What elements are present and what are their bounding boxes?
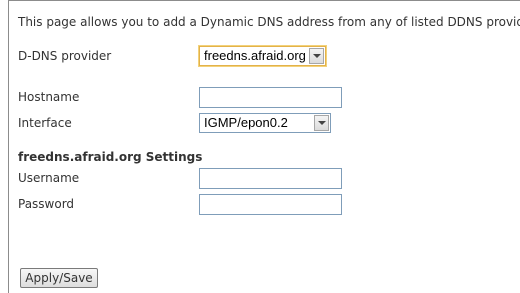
provider-select[interactable]: freedns.afraid.org [199,46,326,66]
page-description: This page allows you to add a Dynamic DN… [18,15,520,29]
password-label: Password [18,197,75,211]
chevron-down-icon[interactable] [309,48,324,64]
interface-select-value: IGMP/epon0.2 [204,115,288,130]
hostname-label: Hostname [18,90,80,104]
provider-label: D-DNS provider [18,49,112,63]
provider-select-value: freedns.afraid.org [204,48,306,63]
password-input[interactable] [199,194,342,215]
content-frame [8,0,520,293]
username-input[interactable] [199,168,342,189]
interface-label: Interface [18,116,72,130]
interface-select[interactable]: IGMP/epon0.2 [199,113,331,133]
hostname-input[interactable] [199,87,342,108]
apply-save-button[interactable]: Apply/Save [20,268,98,288]
settings-heading: freedns.afraid.org Settings [18,150,203,164]
username-label: Username [18,171,80,185]
chevron-down-icon[interactable] [314,115,329,131]
